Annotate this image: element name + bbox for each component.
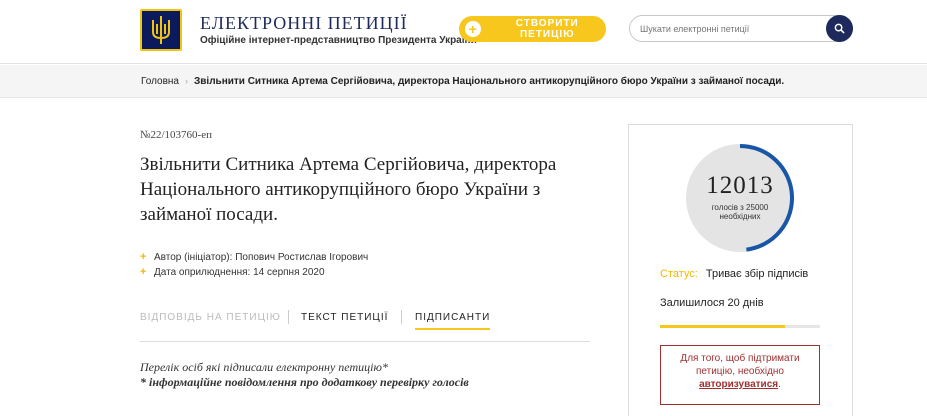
petition-date: + Дата оприлюднення: 14 серпня 2020 (140, 266, 325, 278)
tab-divider (288, 310, 289, 324)
trident-logo-icon[interactable] (140, 9, 182, 51)
auth-notice: Для того, щоб підтримати петицію, необхі… (660, 345, 820, 405)
days-remaining: Залишилося 20 днів (660, 297, 764, 309)
search-box (629, 15, 853, 42)
breadcrumb: Головна › Звільнити Ситника Артема Сергійо… (0, 65, 927, 98)
search-input[interactable] (640, 22, 820, 36)
create-petition-label: СТВОРИТИ ПЕТИЦІЮ (515, 18, 579, 40)
search-icon (834, 23, 845, 34)
breadcrumb-separator: › (185, 76, 188, 86)
votes-needed-text: голосів з 25000 необхідних (711, 203, 769, 221)
time-progress-bar (660, 325, 820, 328)
votes-count: 12013 (706, 172, 774, 199)
signers-list-heading: Перелік осіб які підписали електронну пе… (140, 360, 388, 374)
plus-icon: + (140, 251, 147, 263)
status-value: Триває збір підписів (705, 268, 809, 280)
petition-status: Статус: Триває збір підписів (660, 268, 808, 280)
search-button[interactable] (826, 15, 853, 42)
vote-verification-notice-link[interactable]: * інформаційне повідомлення про додатков… (140, 375, 469, 390)
status-label: Статус: (660, 268, 698, 280)
site-header: ЕЛЕКТРОННІ ПЕТИЦІЇ Офіційне інтернет-пре… (0, 0, 927, 64)
site-subtitle: Офіційне інтернет-представництво Президе… (200, 35, 477, 46)
tab-divider (401, 310, 402, 324)
petition-author: + Автор (ініціатор): Попович Ростислав І… (140, 251, 368, 263)
site-title[interactable]: ЕЛЕКТРОННІ ПЕТИЦІЇ (200, 13, 408, 34)
tab-petition-text[interactable]: ТЕКСТ ПЕТИЦІЇ (301, 312, 388, 323)
auth-notice-end: . (778, 379, 781, 390)
plus-icon: + (465, 21, 481, 37)
create-petition-button[interactable]: + СТВОРИТИ ПЕТИЦІЮ (459, 16, 606, 42)
breadcrumb-current: Звільнити Ситника Артема Сергійовича, ди… (194, 76, 785, 87)
petition-title: Звільнити Ситника Артема Сергійовича, ди… (140, 154, 557, 225)
login-link[interactable]: авторизуватися (699, 379, 778, 390)
tab-signers[interactable]: ПІДПИСАНТИ (415, 312, 491, 330)
time-progress-fill (660, 325, 785, 328)
tab-answer: ВІДПОВІДЬ НА ПЕТИЦІЮ (140, 312, 281, 323)
author-name: Попович Ростислав Ігорович (235, 251, 369, 263)
plus-icon: + (140, 266, 147, 278)
trident-icon (152, 16, 170, 44)
petition-number: №22/103760-еп (140, 129, 212, 141)
date-value: 14 серпня 2020 (253, 266, 325, 278)
author-label: Автор (ініціатор): (154, 251, 233, 263)
date-label: Дата оприлюднення: (154, 266, 251, 278)
breadcrumb-home-link[interactable]: Головна (141, 76, 179, 87)
petition-tabs: ВІДПОВІДЬ НА ПЕТИЦІЮ ТЕКСТ ПЕТИЦІЇ ПІДПИ… (140, 310, 590, 342)
auth-notice-text: Для того, щоб підтримати петицію, необхі… (680, 353, 800, 377)
